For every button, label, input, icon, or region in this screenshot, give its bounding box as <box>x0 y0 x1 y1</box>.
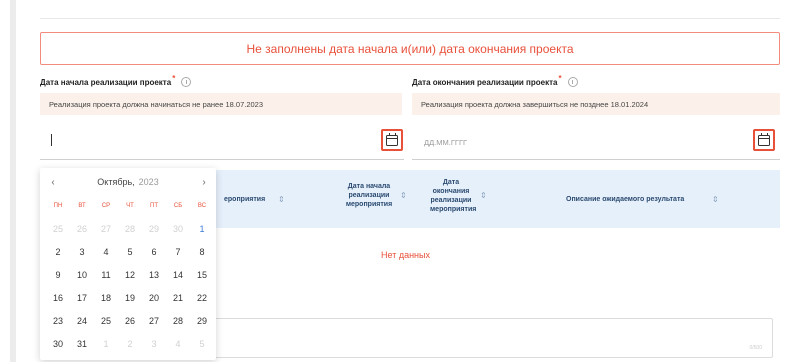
text-caret <box>51 134 52 146</box>
outside-month-day: 26 <box>76 224 87 234</box>
weekday-label: вт <box>78 203 86 209</box>
calendar-day[interactable]: 31 <box>70 333 94 356</box>
next-month-button[interactable]: › <box>197 174 211 190</box>
calendar-day[interactable]: 21 <box>166 287 190 310</box>
char-counter: 0/500 <box>749 345 762 351</box>
outside-month-day: 27 <box>100 224 111 234</box>
outside-month-day: 1 <box>103 339 109 349</box>
year-label[interactable]: 2023 <box>139 177 159 187</box>
start-date-input[interactable] <box>40 124 404 160</box>
outside-month-day: 29 <box>148 224 159 234</box>
outside-month-day: 4 <box>175 339 181 349</box>
weekday-label: пт <box>150 203 158 209</box>
calendar-day[interactable]: 30 <box>46 333 70 356</box>
end-date-label-text: Дата окончания реализации проекта <box>412 77 558 87</box>
month-label[interactable]: Октябрь, <box>97 177 134 187</box>
column-header-line: Дата <box>442 179 460 186</box>
weekday-label: чт <box>126 203 134 209</box>
calendar-day[interactable]: 1 <box>190 218 214 241</box>
calendar-day[interactable]: 5 <box>118 241 142 264</box>
calendar-day[interactable]: 23 <box>46 310 70 333</box>
calendar-icon <box>386 132 398 146</box>
calendar-day[interactable]: 28 <box>166 310 190 333</box>
sort-icon[interactable]: ⇕ <box>480 191 487 200</box>
weekday-label: вс <box>197 203 207 209</box>
calendar-day[interactable]: 16 <box>46 287 70 310</box>
top-divider <box>40 18 780 19</box>
calendar-day[interactable]: 14 <box>166 264 190 287</box>
start-date-hint-text: Реализация проекта должна начинаться не … <box>49 99 264 109</box>
calendar-day[interactable]: 15 <box>190 264 214 287</box>
date-picker-popup: ‹ Октябрь, 2023 › пн вт ср чт пт сб вс 25 26 27 2… <box>40 168 216 360</box>
calendar-day[interactable]: 4 <box>94 241 118 264</box>
info-icon[interactable] <box>567 77 578 87</box>
end-date-label: Дата окончания реализации проекта * <box>412 73 578 87</box>
column-header-line: Дата начала <box>347 183 391 190</box>
column-header-end-date[interactable]: Дата окончания реализации мероприятия ⇕ <box>430 178 487 214</box>
calendar-day[interactable]: 22 <box>190 287 214 310</box>
calendar-day[interactable]: 26 <box>118 310 142 333</box>
outside-month-day: 5 <box>199 339 205 349</box>
outside-month-day: 2 <box>127 339 133 349</box>
column-header-line: окончания <box>432 188 470 195</box>
sort-icon[interactable]: ⇕ <box>400 191 407 200</box>
end-date-calendar-button[interactable] <box>753 129 775 151</box>
left-rail <box>10 0 16 362</box>
error-message: Не заполнены дата начала и(или) дата око… <box>246 41 574 56</box>
column-header-start-date[interactable]: Дата начала реализации мероприятия ⇕ <box>344 182 407 209</box>
calendar-day[interactable]: 2 <box>46 241 70 264</box>
info-icon[interactable] <box>181 77 192 87</box>
column-header-text: ероприятия <box>224 196 266 203</box>
outside-month-day: 30 <box>172 224 183 234</box>
calendar-day[interactable]: 13 <box>142 264 166 287</box>
end-date-hint-text: Реализация проекта должна завершиться не… <box>421 99 649 109</box>
column-header-line: реализации <box>348 192 390 199</box>
sort-icon[interactable]: ⇕ <box>712 195 719 204</box>
calendar-day[interactable]: 6 <box>142 241 166 264</box>
calendar-day[interactable]: 10 <box>70 264 94 287</box>
date-picker-header: Октябрь, 2023 <box>40 174 216 190</box>
calendar-day[interactable]: 8 <box>190 241 214 264</box>
weekday-label: пн <box>53 203 63 209</box>
error-banner: Не заполнены дата начала и(или) дата око… <box>40 32 780 65</box>
sort-icon[interactable]: ⇕ <box>278 195 285 204</box>
outside-month-day: 3 <box>151 339 157 349</box>
start-date-hint: Реализация проекта должна начинаться не … <box>40 93 402 115</box>
calendar-day[interactable]: 7 <box>166 241 190 264</box>
required-mark: * <box>558 73 562 83</box>
calendar-day[interactable]: 18 <box>94 287 118 310</box>
start-date-label-text: Дата начала реализации проекта <box>40 77 172 87</box>
weekday-label: сб <box>173 203 183 209</box>
weekday-label: ср <box>101 203 111 209</box>
column-header-line: мероприятия <box>430 206 477 213</box>
calendar-day[interactable]: 24 <box>70 310 94 333</box>
calendar-day[interactable]: 9 <box>46 264 70 287</box>
column-header-description[interactable]: Описание ожидаемого результата ⇕ <box>566 195 719 204</box>
required-mark: * <box>172 73 176 83</box>
calendar-icon <box>758 132 770 146</box>
end-date-hint: Реализация проекта должна завершиться не… <box>412 93 780 115</box>
start-date-calendar-button[interactable] <box>381 129 403 151</box>
calendar-day[interactable]: 29 <box>190 310 214 333</box>
column-header-text: Описание ожидаемого результата <box>566 196 685 203</box>
calendar-day[interactable]: 25 <box>94 310 118 333</box>
end-date-input[interactable]: ДД.ММ.ГГГГ <box>412 124 780 160</box>
calendar-day[interactable]: 19 <box>118 287 142 310</box>
column-header-line: реализации <box>430 197 472 204</box>
days-grid: 25 26 27 28 29 30 1 2 3 4 5 6 7 8 9 10 11 12 13 14 15 16 17 18 1… <box>46 218 214 356</box>
calendar-day[interactable]: 20 <box>142 287 166 310</box>
end-date-placeholder: ДД.ММ.ГГГГ <box>424 138 468 147</box>
empty-table-message: Нет данных <box>381 250 430 260</box>
outside-month-day: 28 <box>124 224 135 234</box>
calendar-day[interactable]: 27 <box>142 310 166 333</box>
weekday-row: пн вт ср чт пт сб вс <box>46 203 214 213</box>
calendar-day[interactable]: 17 <box>70 287 94 310</box>
column-header-line: мероприятия <box>345 201 393 208</box>
calendar-day[interactable]: 11 <box>94 264 118 287</box>
start-date-label: Дата начала реализации проекта * <box>40 73 192 87</box>
calendar-day[interactable]: 12 <box>118 264 142 287</box>
column-header-event-name[interactable]: ероприятия ⇕ <box>224 195 285 204</box>
outside-month-day: 25 <box>52 224 63 234</box>
calendar-day[interactable]: 3 <box>70 241 94 264</box>
